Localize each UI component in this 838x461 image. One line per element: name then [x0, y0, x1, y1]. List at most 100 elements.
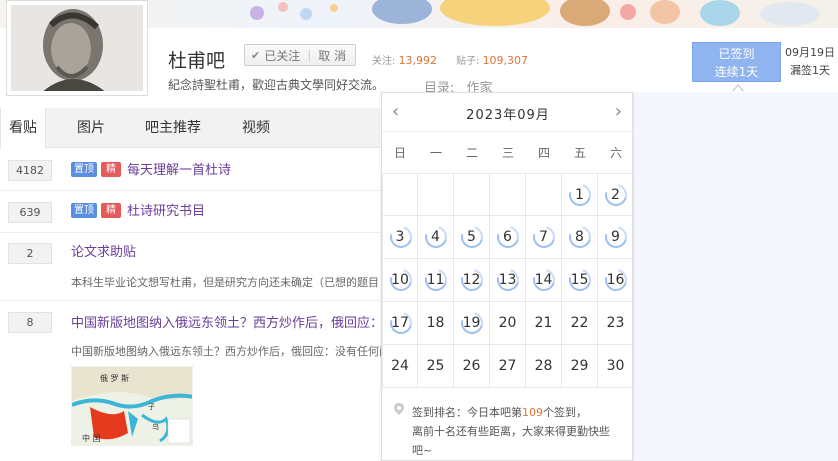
rank-line3: 吧~	[412, 444, 433, 457]
reply-count: 2	[8, 243, 52, 264]
calendar-day[interactable]: 29	[562, 345, 598, 388]
calendar-day[interactable]: 2	[598, 173, 634, 216]
follow-status-label: 已关注	[264, 48, 301, 63]
calendar-day[interactable]: 23	[598, 302, 634, 345]
thread-image[interactable]: 俄 罗 斯 中 国 子 乌	[71, 366, 193, 446]
thread-divider	[0, 300, 380, 301]
calendar-day[interactable]: 12	[454, 259, 490, 302]
calendar-day[interactable]: 8	[562, 216, 598, 259]
calendar-day[interactable]: 30	[598, 345, 634, 388]
rank-prefix: 签到排名：今日本吧第	[412, 406, 522, 419]
forum-name[interactable]: 杜甫吧	[168, 46, 225, 73]
featured-badge: 精	[101, 162, 121, 177]
calendar-day[interactable]: 21	[526, 302, 562, 345]
calendar-footer: 签到排名：今日本吧第109个签到， 离前十名还有些距离，大家来得更勤快些 吧~	[382, 391, 634, 461]
avatar-image	[11, 5, 143, 91]
location-pin-icon	[394, 403, 404, 415]
signin-calendar: ‹ 2023年09月 › 日一二三四五六 1 2 3 4 5 6 7 8 9 10 11 12 13 14 1…	[381, 92, 634, 461]
calendar-day[interactable]: 20	[490, 302, 526, 345]
map-label: 俄 罗 斯	[100, 373, 129, 383]
day-number: 8	[575, 229, 584, 245]
day-number: 16	[606, 272, 625, 288]
next-month-button[interactable]: ›	[615, 101, 622, 122]
signin-missed: 漏签1天	[790, 64, 830, 77]
tab-recommended[interactable]: 吧主推荐	[130, 108, 216, 148]
right-sidebar-bg	[633, 92, 838, 461]
calendar-day[interactable]: 16	[598, 259, 634, 302]
tab-videos[interactable]: 视频	[226, 108, 286, 148]
thread-tabs: 看贴 图片 吧主推荐 视频	[0, 108, 380, 149]
calendar-day[interactable]: 17	[382, 302, 418, 345]
weekday-label: 日	[382, 131, 418, 173]
forum-avatar[interactable]	[6, 0, 148, 96]
signin-streak: 连续1天	[714, 65, 759, 79]
signin-status: 已签到	[718, 47, 755, 61]
calendar-day[interactable]: 5	[454, 216, 490, 259]
calendar-day[interactable]: 15	[562, 259, 598, 302]
tab-images[interactable]: 图片	[62, 108, 120, 148]
day-number: 29	[570, 358, 589, 374]
reply-count: 8	[8, 312, 52, 333]
page-root: 杜甫吧 ✔ 已关注 | 取 消 关注: 13,992 贴子: 109,307 紀…	[0, 0, 838, 461]
day-number: 3	[395, 229, 405, 245]
posts-stat: 贴子: 109,307	[456, 52, 528, 67]
day-number: 26	[462, 358, 481, 374]
map-label: 子	[148, 403, 155, 411]
thread-title[interactable]: 每天理解一首杜诗	[127, 159, 231, 178]
day-number: 23	[606, 315, 625, 331]
follow-button[interactable]: ✔ 已关注 | 取 消	[244, 44, 356, 66]
calendar-day[interactable]: 3	[382, 216, 418, 259]
calendar-day[interactable]: 28	[526, 345, 562, 388]
calendar-day[interactable]: 11	[418, 259, 454, 302]
day-number: 28	[534, 358, 553, 374]
map-label: 乌	[152, 422, 159, 431]
day-number: 30	[606, 358, 625, 374]
calendar-day[interactable]: 22	[562, 302, 598, 345]
weekday-label: 四	[526, 131, 562, 173]
rank-number: 109	[522, 406, 543, 419]
day-number: 4	[431, 229, 440, 245]
calendar-empty-cell	[526, 173, 562, 216]
day-number: 14	[534, 272, 553, 288]
calendar-day[interactable]: 24	[382, 345, 418, 388]
calendar-empty-cell	[454, 173, 490, 216]
follow-separator: |	[307, 48, 312, 62]
thread-title[interactable]: 论文求助贴	[71, 241, 136, 260]
calendar-day[interactable]: 6	[490, 216, 526, 259]
day-number: 18	[426, 315, 445, 331]
calendar-day[interactable]: 1	[562, 173, 598, 216]
calendar-day[interactable]: 26	[454, 345, 490, 388]
followers-stat: 关注: 13,992	[372, 52, 437, 67]
tab-posts[interactable]: 看贴	[0, 108, 46, 149]
thread-title[interactable]: 杜诗研究书目	[127, 200, 205, 219]
posts-count: 109,307	[482, 54, 529, 67]
calendar-day[interactable]: 19	[454, 302, 490, 345]
calendar-day[interactable]: 10	[382, 259, 418, 302]
calendar-empty-cell	[490, 173, 526, 216]
calendar-day[interactable]: 27	[490, 345, 526, 388]
day-number: 13	[498, 272, 517, 288]
pinned-badge: 置顶	[71, 203, 97, 218]
calendar-title: 2023年09月	[466, 108, 550, 123]
day-number: 21	[534, 315, 553, 331]
signin-date-box: 09月19日 漏签1天	[784, 44, 836, 80]
pinned-badge: 置顶	[71, 162, 97, 177]
calendar-day[interactable]: 7	[526, 216, 562, 259]
day-number: 6	[503, 229, 512, 245]
calendar-day[interactable]: 13	[490, 259, 526, 302]
day-number: 12	[462, 272, 481, 288]
thread-title[interactable]: 中国新版地图纳入俄远东领土？西方炒作后，俄回应：没	[71, 312, 396, 331]
calendar-day[interactable]: 18	[418, 302, 454, 345]
calendar-day[interactable]: 4	[418, 216, 454, 259]
day-number: 5	[467, 229, 476, 245]
calendar-day[interactable]: 25	[418, 345, 454, 388]
calendar-day[interactable]: 9	[598, 216, 634, 259]
signin-button[interactable]: 已签到 连续1天	[692, 42, 781, 82]
unfollow-button[interactable]: 取 消	[318, 47, 346, 64]
calendar-day[interactable]: 14	[526, 259, 562, 302]
portrait-icon	[11, 5, 143, 91]
day-number: 7	[539, 229, 548, 245]
signin-rank-text: 签到排名：今日本吧第109个签到， 离前十名还有些距离，大家来得更勤快些 吧~	[412, 403, 617, 460]
day-number: 9	[611, 229, 620, 245]
thread-divider	[0, 190, 380, 191]
